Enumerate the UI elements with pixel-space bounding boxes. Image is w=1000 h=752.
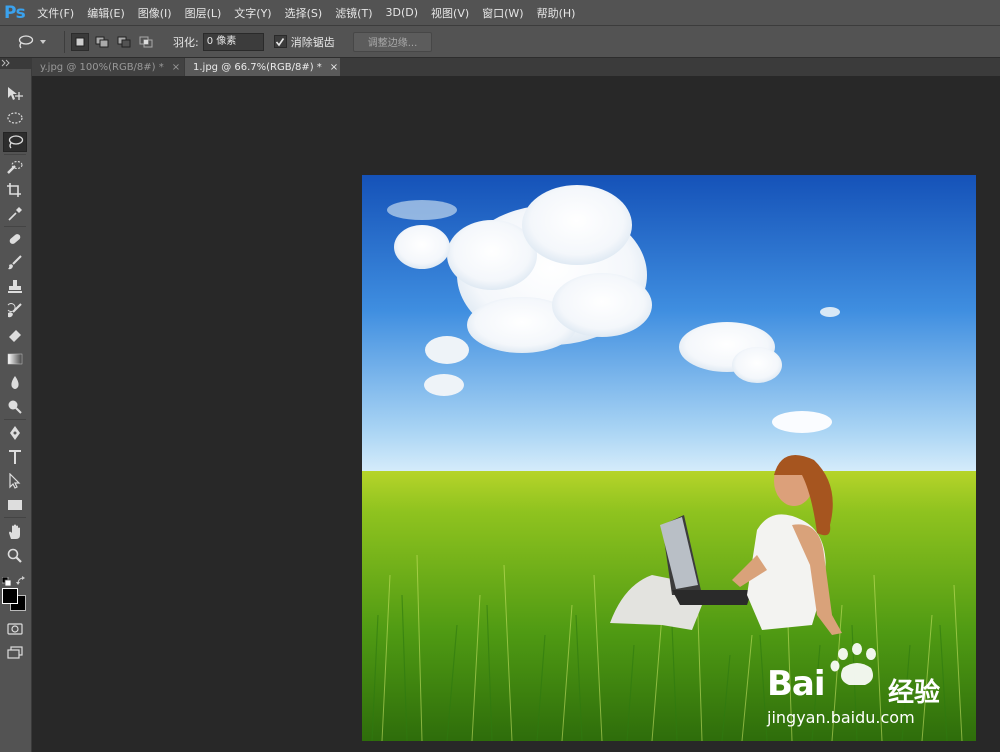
menu-help[interactable]: 帮助(H)	[537, 5, 576, 21]
divider	[4, 154, 26, 155]
anti-alias-label: 消除锯齿	[290, 35, 335, 49]
foreground-color-swatch[interactable]	[2, 588, 18, 604]
menu-image[interactable]: 图像(I)	[138, 5, 172, 21]
gradient-tool-icon[interactable]	[3, 349, 27, 369]
collapse-arrows-icon[interactable]	[1, 59, 13, 67]
feather-input[interactable]: 0 像素	[202, 32, 264, 51]
close-icon[interactable]: ×	[330, 62, 338, 73]
tab-y-jpg[interactable]: y.jpg @ 100%(RGB/8#) * ×	[32, 58, 184, 76]
check-icon	[276, 37, 285, 46]
eraser-tool-icon[interactable]	[3, 325, 27, 345]
tab-label: 1.jpg @ 66.7%(RGB/8#) *	[193, 61, 322, 73]
menu-select[interactable]: 选择(S)	[285, 5, 323, 21]
quick-mask-icon[interactable]	[3, 619, 27, 639]
refine-edge-button[interactable]: 调整边缘...	[352, 31, 433, 52]
menu-edit[interactable]: 编辑(E)	[87, 5, 125, 21]
lasso-tool-icon[interactable]	[3, 132, 27, 152]
add-to-selection-button[interactable]	[93, 33, 111, 51]
move-tool-icon[interactable]	[3, 84, 27, 104]
divider	[64, 30, 65, 53]
healing-brush-tool-icon[interactable]	[3, 229, 27, 249]
close-icon[interactable]: ×	[172, 62, 180, 73]
zoom-tool-icon[interactable]	[3, 546, 27, 566]
history-brush-tool-icon[interactable]	[3, 301, 27, 321]
menu-view[interactable]: 视图(V)	[431, 5, 469, 21]
screen-mode-icon[interactable]	[3, 643, 27, 663]
watermark-url: jingyan.baidu.com	[767, 708, 915, 727]
baidu-jingyan-watermark: Bai 经验 jingyan.baidu.com	[765, 640, 980, 734]
new-selection-button[interactable]	[71, 32, 89, 51]
watermark-brand-suffix: 经验	[888, 678, 941, 708]
app-logo: Ps	[4, 2, 26, 23]
menu-file[interactable]: 文件(F)	[37, 5, 74, 21]
crop-tool-icon[interactable]	[3, 180, 27, 200]
eyedropper-tool-icon[interactable]	[3, 204, 27, 224]
menu-type[interactable]: 文字(Y)	[234, 5, 271, 21]
document-tab-bar: y.jpg @ 100%(RGB/8#) * × 1.jpg @ 66.7%(R…	[32, 58, 1000, 76]
options-bar: 羽化: 0 像素 消除锯齿 调整边缘...	[0, 25, 1000, 58]
intersect-selection-button[interactable]	[137, 33, 155, 51]
chevron-down-icon[interactable]	[40, 30, 48, 54]
menu-layer[interactable]: 图层(L)	[185, 5, 222, 21]
pen-tool-icon[interactable]	[3, 423, 27, 443]
dodge-tool-icon[interactable]	[3, 397, 27, 417]
rectangle-tool-icon[interactable]	[3, 495, 27, 515]
menu-bar: Ps 文件(F) 编辑(E) 图像(I) 图层(L) 文字(Y) 选择(S) 滤…	[0, 0, 1000, 25]
divider	[4, 419, 26, 420]
toolbox	[0, 69, 32, 752]
divider	[4, 226, 26, 227]
path-selection-tool-icon[interactable]	[3, 471, 27, 491]
menu-3d[interactable]: 3D(D)	[386, 6, 419, 19]
hand-tool-icon[interactable]	[3, 522, 27, 542]
blur-tool-icon[interactable]	[3, 373, 27, 393]
clone-stamp-tool-icon[interactable]	[3, 277, 27, 297]
quick-selection-tool-icon[interactable]	[3, 157, 27, 177]
feather-label: 羽化:	[173, 35, 199, 49]
lasso-tool-preset-icon[interactable]	[10, 30, 40, 54]
watermark-brand: Bai	[767, 664, 826, 704]
subtract-from-selection-button[interactable]	[115, 33, 133, 51]
menu-window[interactable]: 窗口(W)	[482, 5, 523, 21]
anti-alias-checkbox[interactable]	[273, 35, 287, 48]
divider	[4, 517, 26, 518]
type-tool-icon[interactable]	[3, 447, 27, 467]
brush-tool-icon[interactable]	[3, 253, 27, 273]
tab-1-jpg[interactable]: 1.jpg @ 66.7%(RGB/8#) * ×	[185, 58, 340, 76]
tab-label: y.jpg @ 100%(RGB/8#) *	[40, 61, 164, 73]
marquee-tool-icon[interactable]	[3, 108, 27, 128]
menu-filter[interactable]: 滤镜(T)	[335, 5, 372, 21]
toolbox-header[interactable]	[0, 58, 32, 69]
